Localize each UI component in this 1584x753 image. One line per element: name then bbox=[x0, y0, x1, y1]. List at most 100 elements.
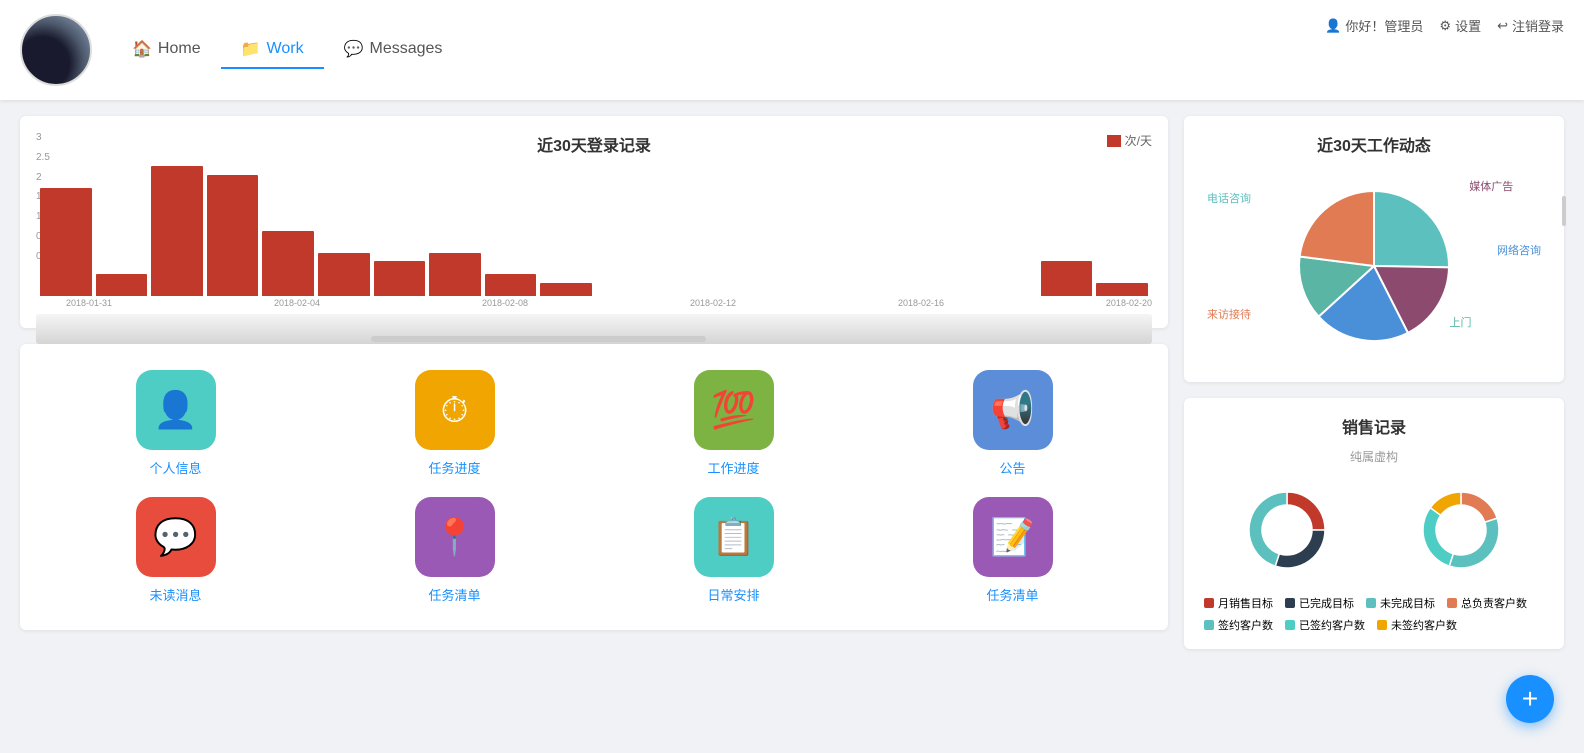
legend-item: 未完成目标 bbox=[1366, 595, 1435, 611]
tab-messages[interactable]: 💬 Messages bbox=[324, 31, 463, 69]
icon-box: 📋 bbox=[694, 497, 774, 577]
legend-item: 已完成目标 bbox=[1285, 595, 1354, 611]
main-content: 近30天登录记录 次/天 00.511.522.53 2018-01-31201… bbox=[0, 100, 1584, 665]
user-greeting: 👤 你好！管理员 bbox=[1325, 16, 1423, 35]
tab-work-label: Work bbox=[267, 40, 304, 58]
bar bbox=[540, 283, 592, 296]
sales-legend: 月销售目标 已完成目标 未完成目标 总负责客户数签约客户数 已签约客户数 未签约客户数 bbox=[1200, 595, 1548, 633]
legend-dot bbox=[1366, 598, 1376, 608]
mini-scroll-bar[interactable] bbox=[371, 336, 706, 342]
mini-chart[interactable] bbox=[36, 314, 1152, 344]
icons-grid: 👤 个人信息 ⏱ 任务进度 💯 工作进度 📢 公告 💬 未读消息 📍 任务清单 … bbox=[36, 360, 1152, 614]
shortcut-item[interactable]: 💬 未读消息 bbox=[46, 497, 305, 604]
right-column: 近30天工作动态 电话咨询媒体广告网络咨询上门来访接待 销售记录 纯属虚构 月销… bbox=[1184, 116, 1564, 649]
pie-chart-svg bbox=[1284, 176, 1464, 356]
tab-messages-label: Messages bbox=[370, 40, 443, 58]
icon-box: 👤 bbox=[136, 370, 216, 450]
scroll-indicator bbox=[1562, 196, 1566, 226]
legend-dot bbox=[1204, 598, 1214, 608]
bar bbox=[262, 231, 314, 296]
pie-label-text: 电话咨询 bbox=[1207, 190, 1251, 206]
shortcut-item[interactable]: ⏱ 任务进度 bbox=[325, 370, 584, 477]
icon-box: 📍 bbox=[415, 497, 495, 577]
sales-chart-title: 销售记录 bbox=[1200, 414, 1548, 438]
bar bbox=[207, 175, 259, 296]
login-chart-area: 近30天登录记录 次/天 00.511.522.53 2018-01-31201… bbox=[36, 132, 1152, 312]
legend-item: 总负责客户数 bbox=[1447, 595, 1527, 611]
shortcut-item[interactable]: 👤 个人信息 bbox=[46, 370, 305, 477]
icon-box: 📝 bbox=[973, 497, 1053, 577]
bar bbox=[1096, 283, 1148, 296]
login-chart-title: 近30天登录记录 bbox=[36, 132, 1152, 156]
work-chart-card: 近30天工作动态 电话咨询媒体广告网络咨询上门来访接待 bbox=[1184, 116, 1564, 382]
shortcut-item[interactable]: 💯 工作进度 bbox=[604, 370, 863, 477]
bar bbox=[374, 261, 426, 296]
icon-box: 📢 bbox=[973, 370, 1053, 450]
icon-label: 日常安排 bbox=[707, 585, 759, 604]
left-column: 近30天登录记录 次/天 00.511.522.53 2018-01-31201… bbox=[20, 116, 1168, 649]
fab-button[interactable]: + bbox=[1506, 675, 1554, 723]
tab-work[interactable]: 📁 Work bbox=[221, 31, 324, 69]
pie-label-text: 媒体广告 bbox=[1469, 178, 1513, 194]
donut-area bbox=[1200, 475, 1548, 585]
shortcuts-card: 👤 个人信息 ⏱ 任务进度 💯 工作进度 📢 公告 💬 未读消息 📍 任务清单 … bbox=[20, 344, 1168, 630]
legend-text: 已完成目标 bbox=[1299, 595, 1354, 611]
icon-box: 💬 bbox=[136, 497, 216, 577]
bar bbox=[151, 166, 203, 296]
pie-label-text: 来访接待 bbox=[1207, 306, 1251, 322]
legend-item: 月销售目标 bbox=[1204, 595, 1273, 611]
shortcut-item[interactable]: 📍 任务清单 bbox=[325, 497, 584, 604]
legend-text: 签约客户数 bbox=[1218, 617, 1273, 633]
bar bbox=[1041, 261, 1093, 296]
header-right: 👤 你好！管理员 ⚙ 设置 ↩ 注销登录 bbox=[1325, 16, 1564, 35]
legend-dot bbox=[1285, 620, 1295, 630]
work-chart-title: 近30天工作动态 bbox=[1200, 132, 1548, 156]
tab-home[interactable]: 🏠 Home bbox=[112, 31, 221, 69]
avatar bbox=[20, 14, 92, 86]
legend-text: 月销售目标 bbox=[1218, 595, 1273, 611]
legend-dot bbox=[1204, 620, 1214, 630]
logout-icon: ↩ bbox=[1497, 18, 1508, 34]
legend-item: 未签约客户数 bbox=[1377, 617, 1457, 633]
icon-box: 💯 bbox=[694, 370, 774, 450]
login-chart-card: 近30天登录记录 次/天 00.511.522.53 2018-01-31201… bbox=[20, 116, 1168, 328]
legend-text: 未签约客户数 bbox=[1391, 617, 1457, 633]
shortcut-item[interactable]: 📢 公告 bbox=[883, 370, 1142, 477]
legend-text: 未完成目标 bbox=[1380, 595, 1435, 611]
legend-box bbox=[1107, 135, 1121, 147]
header: 🏠 Home 📁 Work 💬 Messages 👤 你好！管理员 ⚙ 设置 ↩… bbox=[0, 0, 1584, 100]
legend-label: 次/天 bbox=[1125, 132, 1152, 149]
icon-label: 任务清单 bbox=[986, 585, 1038, 604]
bar bbox=[429, 253, 481, 296]
home-icon: 🏠 bbox=[132, 39, 152, 59]
donut2-svg bbox=[1406, 475, 1516, 585]
bar bbox=[485, 274, 537, 296]
legend-text: 总负责客户数 bbox=[1461, 595, 1527, 611]
shortcut-item[interactable]: 📝 任务清单 bbox=[883, 497, 1142, 604]
legend-dot bbox=[1285, 598, 1295, 608]
legend-dot bbox=[1447, 598, 1457, 608]
donut1-svg bbox=[1232, 475, 1342, 585]
work-icon: 📁 bbox=[241, 39, 261, 59]
icon-label: 任务清单 bbox=[428, 585, 480, 604]
bar bbox=[318, 253, 370, 296]
pie-label-text: 网络咨询 bbox=[1497, 242, 1541, 258]
shortcut-item[interactable]: 📋 日常安排 bbox=[604, 497, 863, 604]
icon-label: 未读消息 bbox=[149, 585, 201, 604]
icon-label: 个人信息 bbox=[149, 458, 201, 477]
chart-legend: 次/天 bbox=[1107, 132, 1152, 149]
icon-label: 工作进度 bbox=[707, 458, 759, 477]
logout-button[interactable]: ↩ 注销登录 bbox=[1497, 16, 1564, 35]
settings-button[interactable]: ⚙ 设置 bbox=[1439, 16, 1481, 35]
legend-text: 已签约客户数 bbox=[1299, 617, 1365, 633]
bar bbox=[40, 188, 92, 296]
icon-box: ⏱ bbox=[415, 370, 495, 450]
tab-home-label: Home bbox=[158, 40, 201, 58]
sales-chart-subtitle: 纯属虚构 bbox=[1200, 448, 1548, 465]
user-icon: 👤 bbox=[1325, 18, 1341, 34]
nav-tabs: 🏠 Home 📁 Work 💬 Messages bbox=[112, 31, 462, 69]
bar bbox=[96, 274, 148, 296]
pie-chart-area: 电话咨询媒体广告网络咨询上门来访接待 bbox=[1200, 166, 1548, 366]
messages-icon: 💬 bbox=[344, 39, 364, 59]
bars-area bbox=[36, 166, 1152, 296]
